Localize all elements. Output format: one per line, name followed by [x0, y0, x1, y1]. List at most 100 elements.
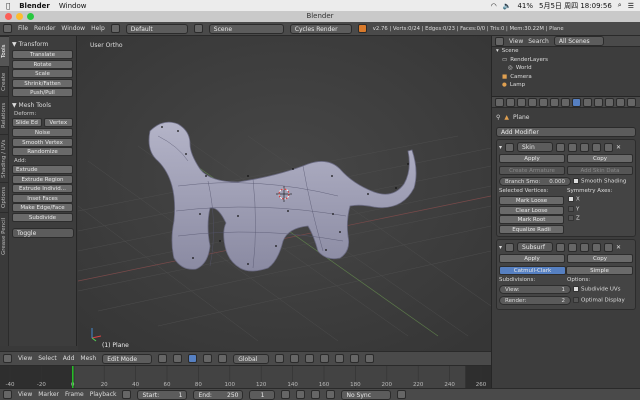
shrink-fatten-button[interactable]: Shrink/Fatten — [12, 78, 73, 88]
editor-type-icon[interactable] — [3, 24, 12, 33]
editor-type-icon[interactable] — [3, 390, 12, 399]
menu-view[interactable]: View — [18, 391, 32, 398]
skin-modifier-name[interactable]: Skin — [517, 142, 554, 152]
3d-viewport[interactable]: User Ortho (1) Plane — [78, 36, 491, 351]
outliner-item-world[interactable]: ◎ World — [492, 64, 640, 73]
record-icon[interactable] — [397, 390, 407, 399]
modifiers-tab-icon[interactable] — [572, 97, 581, 107]
play-icon[interactable] — [311, 390, 321, 399]
current-frame-field[interactable]: 1 — [249, 389, 276, 400]
face-select-icon[interactable] — [305, 354, 315, 363]
render-toggle-icon[interactable] — [580, 242, 590, 252]
mode-select[interactable]: Edit Mode — [102, 353, 153, 364]
outliner-item-scene[interactable]: ▾ Scene — [492, 47, 640, 56]
edge-select-icon[interactable] — [290, 354, 300, 363]
collapse-icon[interactable]: ▾ — [499, 144, 502, 151]
push-pull-button[interactable]: Push/Pull — [12, 88, 73, 97]
noise-button[interactable]: Noise — [12, 128, 73, 137]
remove-modifier-icon[interactable]: ✕ — [616, 244, 621, 251]
wifi-icon[interactable]: ◠ — [491, 2, 497, 10]
add-modifier-select[interactable]: Add Modifier — [496, 127, 636, 137]
extrude-region-button[interactable]: Extrude Region — [12, 174, 73, 184]
tab-shading-uvs[interactable]: Shading / UVs — [0, 134, 9, 182]
rotate-manip-icon[interactable] — [218, 354, 228, 363]
outliner-search-menu[interactable]: Search — [528, 38, 549, 45]
slide-edge-button[interactable]: Slide Ed — [12, 118, 42, 127]
timeline[interactable]: -40-200204060801001201401601802002202402… — [0, 365, 491, 389]
scale-button[interactable]: Scale — [12, 69, 73, 78]
collapse-icon[interactable]: ▾ — [499, 244, 502, 251]
jump-end-icon[interactable] — [326, 390, 336, 399]
subsurf-apply-button[interactable]: Apply — [499, 254, 565, 263]
optimal-display-checkbox[interactable]: Optimal Display — [573, 297, 633, 304]
menu-view[interactable]: View — [18, 355, 32, 362]
realtime-toggle-icon[interactable] — [568, 142, 578, 152]
translate-manip-icon[interactable] — [203, 354, 213, 363]
layers-tab-icon[interactable] — [517, 97, 526, 107]
play-reverse-icon[interactable] — [296, 390, 306, 399]
material-tab-icon[interactable] — [594, 97, 603, 107]
outliner-item-lamp[interactable]: ● Lamp — [492, 81, 640, 90]
volume-icon[interactable]: 🔈 — [503, 2, 512, 10]
snap-icon[interactable] — [350, 354, 360, 363]
make-edge-face-button[interactable]: Make Edge/Face — [12, 203, 73, 212]
smooth-vertex-button[interactable]: Smooth Vertex — [12, 137, 73, 147]
editmode-toggle-icon[interactable] — [556, 242, 566, 252]
texture-tab-icon[interactable] — [605, 97, 614, 107]
move-down-icon[interactable] — [604, 242, 614, 252]
outliner-item-camera[interactable]: ■ Camera — [492, 73, 640, 82]
menu-marker[interactable]: Marker — [38, 391, 59, 398]
rotate-button[interactable]: Rotate — [12, 59, 73, 69]
window-menu[interactable]: Window — [59, 2, 87, 10]
manipulator-icon[interactable] — [188, 354, 198, 363]
render-tab-icon[interactable] — [506, 97, 515, 107]
render-engine-select[interactable]: Cycles Render — [289, 23, 352, 34]
tab-options[interactable]: Options — [0, 182, 9, 212]
move-down-icon[interactable] — [604, 142, 614, 152]
close-icon[interactable] — [5, 13, 12, 20]
mark-root-button[interactable]: Mark Root — [499, 215, 564, 224]
mark-loose-button[interactable]: Mark Loose — [499, 196, 564, 205]
toggle-select[interactable]: Toggle — [12, 227, 74, 238]
scene-select[interactable]: Scene — [208, 23, 284, 34]
tab-tools[interactable]: Tools — [0, 36, 9, 66]
menu-mesh[interactable]: Mesh — [80, 355, 96, 362]
layout-select[interactable]: Default — [125, 23, 188, 34]
realtime-toggle-icon[interactable] — [568, 242, 578, 252]
skin-apply-button[interactable]: Apply — [499, 154, 565, 163]
clear-loose-button[interactable]: Clear Loose — [499, 205, 564, 215]
symmetry-y-checkbox[interactable]: Y — [568, 205, 633, 216]
slide-vertex-button[interactable]: Vertex — [43, 118, 73, 127]
constraints-tab-icon[interactable] — [561, 97, 570, 107]
subdivide-uvs-checkbox[interactable]: Subdivide UVs — [573, 286, 633, 293]
render-levels-field[interactable]: Render: 2 — [499, 296, 571, 305]
menu-render[interactable]: Render — [34, 25, 55, 32]
world-tab-icon[interactable] — [539, 97, 548, 107]
start-frame-field[interactable]: Start: 1 — [137, 389, 188, 400]
editmode-toggle-icon[interactable] — [556, 142, 566, 152]
vertex-select-icon[interactable] — [275, 354, 285, 363]
translate-button[interactable]: Translate — [12, 50, 73, 59]
particles-tab-icon[interactable] — [616, 97, 625, 107]
occlude-icon[interactable] — [320, 354, 330, 363]
viewport-canvas[interactable] — [78, 36, 491, 351]
app-menu[interactable]: Blender — [19, 2, 50, 10]
remove-modifier-icon[interactable]: ✕ — [616, 144, 621, 151]
subsurf-modifier-name[interactable]: Subsurf — [517, 242, 554, 252]
proportional-icon[interactable] — [335, 354, 345, 363]
outliner-scope-select[interactable]: All Scenes — [553, 36, 604, 46]
orientation-select[interactable]: Global — [233, 353, 270, 364]
pin-icon[interactable]: ⚲ — [496, 114, 500, 121]
tab-create[interactable]: Create — [0, 66, 9, 96]
menu-help[interactable]: Help — [91, 25, 105, 32]
equalize-radii-button[interactable]: Equalize Radii — [499, 224, 564, 234]
jump-start-icon[interactable] — [281, 390, 291, 399]
transform-panel-title[interactable]: ▼ Transform — [12, 41, 73, 48]
editor-type-icon[interactable] — [495, 36, 504, 46]
inset-faces-button[interactable]: Inset Faces — [12, 193, 73, 203]
render-icon[interactable] — [365, 354, 375, 363]
menu-playback[interactable]: Playback — [90, 391, 117, 398]
scene-icon[interactable] — [193, 24, 203, 33]
editor-type-icon[interactable] — [495, 97, 504, 107]
scene-tab-icon[interactable] — [528, 97, 537, 107]
